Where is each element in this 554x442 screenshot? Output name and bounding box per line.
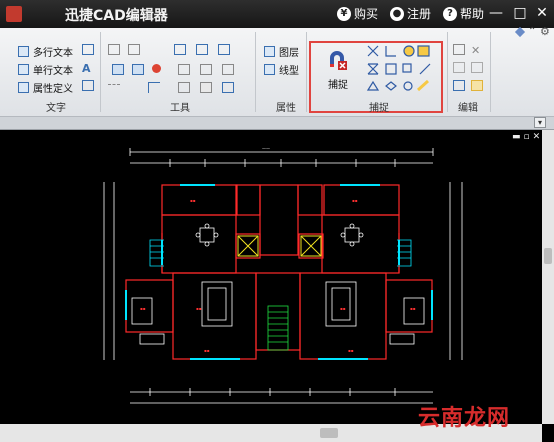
attribute-define-icon: [18, 82, 29, 93]
linetype-button[interactable]: 线型: [264, 62, 299, 77]
move-icon[interactable]: [108, 44, 120, 55]
stretch-icon[interactable]: [200, 64, 212, 75]
measure-icon[interactable]: [222, 82, 234, 93]
ribbon-divider: [490, 32, 491, 112]
line-icon[interactable]: [108, 84, 120, 95]
tools-icon-grid: [108, 42, 248, 98]
walls: [125, 184, 433, 360]
array-icon[interactable]: [218, 44, 230, 55]
svg-text:▪▪: ▪▪: [140, 306, 146, 311]
dimension-lines: [103, 148, 463, 404]
mirror-icon[interactable]: [196, 44, 208, 55]
canvas-window-controls: ▬▫✕: [512, 132, 544, 142]
furniture: [131, 223, 425, 345]
floor-plan-drawing: —— ▪▪ ▪▪ ▪▪ ▪▪ ▪▪ ▪▪ ▪▪ ▪▪: [103, 146, 463, 404]
svg-text:▪▪: ▪▪: [352, 198, 358, 203]
pen-icon[interactable]: [514, 26, 526, 38]
text-find-icon[interactable]: [82, 80, 94, 91]
elevator-shafts: [237, 235, 322, 257]
buy-button[interactable]: ¥ 购买: [337, 5, 378, 22]
vertical-scrollbar[interactable]: [542, 130, 554, 424]
singleline-text-icon: [18, 64, 29, 75]
svg-text:——: ——: [262, 146, 270, 151]
linetype-icon: [264, 64, 275, 75]
cut-icon[interactable]: [453, 62, 465, 73]
trim-icon[interactable]: [222, 64, 234, 75]
ribbon-divider: [255, 32, 256, 112]
app-title: 迅捷CAD编辑器: [65, 8, 168, 24]
ribbon-divider: [306, 32, 307, 112]
singleline-text-button[interactable]: 单行文本: [18, 62, 73, 77]
ribbon-toolbar: ⌃ ⚙ 多行文本 单行文本 属性定义 A 文字 工具 图层 线型 属性 捕捉 捕…: [0, 25, 554, 117]
stair-cases: [149, 239, 412, 267]
corner-icon[interactable]: [148, 82, 160, 93]
scroll-thumb[interactable]: [544, 248, 552, 264]
app-logo-icon: [6, 6, 22, 22]
layer-icon: [264, 46, 275, 57]
ribbon-divider: [100, 32, 101, 112]
edit-group-label: 编辑: [458, 103, 478, 114]
user-icon: ●: [390, 6, 404, 21]
help-icon: ?: [443, 6, 457, 21]
title-bar: 迅捷CAD编辑器 ¥ 购买 ● 注册 ? 帮助 — □ ✕: [0, 0, 554, 28]
copy-clip-icon[interactable]: [453, 44, 465, 55]
properties-group-label: 属性: [276, 103, 296, 114]
offset-icon[interactable]: [178, 82, 190, 93]
snap-group-label: 捕捉: [369, 103, 389, 114]
text-style-icon[interactable]: [82, 44, 94, 55]
multiline-text-button[interactable]: 多行文本: [18, 44, 73, 59]
close-button[interactable]: ✕: [532, 3, 552, 23]
block-icon[interactable]: [132, 64, 144, 75]
text-group-label: 文字: [46, 103, 66, 114]
chevron-down-icon[interactable]: ▾: [534, 117, 546, 128]
minimize-button[interactable]: —: [486, 3, 506, 23]
redo-icon[interactable]: [471, 80, 483, 91]
undo-icon[interactable]: [453, 80, 465, 91]
svg-text:▪▪: ▪▪: [196, 306, 202, 311]
chevron-up-icon[interactable]: ⌃: [528, 26, 536, 37]
stairs: [267, 305, 289, 351]
attribute-define-button[interactable]: 属性定义: [18, 80, 73, 95]
explode-icon[interactable]: [200, 82, 212, 93]
rotate-icon[interactable]: [128, 44, 140, 55]
scale-icon[interactable]: [178, 64, 190, 75]
delete-icon[interactable]: ✕: [471, 44, 483, 57]
cart-icon: ¥: [337, 6, 351, 21]
maximize-button[interactable]: □: [510, 3, 530, 23]
paste-icon[interactable]: [471, 62, 483, 73]
tools-group-label: 工具: [170, 103, 190, 114]
copy-icon[interactable]: [174, 44, 186, 55]
svg-text:▪▪: ▪▪: [340, 306, 346, 311]
register-button[interactable]: ● 注册: [390, 5, 431, 22]
scroll-thumb[interactable]: [320, 428, 338, 438]
layer-button[interactable]: 图层: [264, 44, 299, 59]
rectangle-icon[interactable]: [112, 64, 124, 75]
help-button[interactable]: ? 帮助: [443, 5, 484, 22]
text-edit-icon[interactable]: A: [82, 62, 94, 75]
watermark-text: 云南龙网: [418, 406, 511, 431]
multiline-text-icon: [18, 46, 29, 57]
drawing-canvas[interactable]: ▬▫✕ —— ▪▪ ▪▪ ▪▪ ▪▪ ▪▪ ▪▪ ▪▪ ▪▪: [0, 130, 542, 424]
ribbon-divider: [447, 32, 448, 112]
dimension-labels: ——: [262, 146, 270, 151]
settings-icon[interactable]: ⚙: [540, 25, 550, 38]
ribbon-collapse-bar: ▾: [0, 117, 554, 130]
svg-text:▪▪: ▪▪: [204, 348, 210, 353]
svg-text:▪▪: ▪▪: [410, 306, 416, 311]
svg-text:▪▪: ▪▪: [348, 348, 354, 353]
svg-text:▪▪: ▪▪: [190, 198, 196, 203]
color-icon[interactable]: [152, 64, 161, 73]
